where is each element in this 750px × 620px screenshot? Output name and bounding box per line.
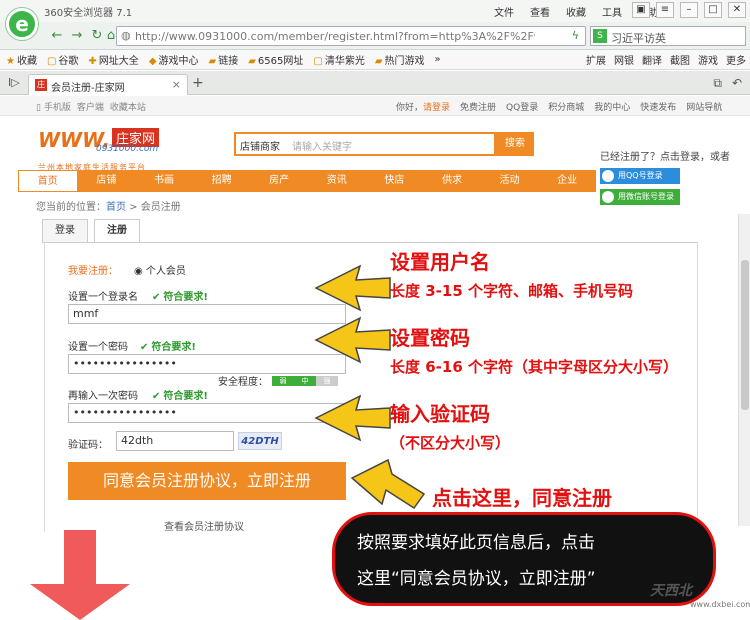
yellow-arrow-2-icon	[314, 316, 391, 364]
annotation-click-here: 点击这里，同意注册	[432, 486, 612, 510]
annotation-password-title: 设置密码	[390, 326, 470, 350]
big-down-arrow-icon	[30, 530, 130, 620]
annotation-captcha-sub: （不区分大小写）	[390, 434, 511, 452]
annotation-password-sub: 长度 6-16 个字符（其中字母区分大小写）	[390, 358, 678, 376]
watermark-logo: 天西北	[650, 583, 692, 599]
yellow-arrow-4-icon	[350, 458, 426, 510]
annotation-captcha-title: 输入验证码	[390, 402, 490, 426]
screenshot-root: 360安全浏览器 7.1 文件 查看 收藏 工具 帮助 ▣ ≡ – □ ✕ e …	[0, 0, 750, 620]
watermark-url: www.dxbei.com	[690, 600, 750, 609]
bubble-line-1: 按照要求填好此页信息后，点击	[357, 533, 595, 553]
annotation-username-sub: 长度 3-15 个字符、邮箱、手机号码	[390, 282, 633, 300]
yellow-arrow-1-icon	[314, 264, 391, 312]
yellow-arrow-3-icon	[314, 394, 391, 442]
annotation-username-title: 设置用户名	[390, 250, 490, 274]
